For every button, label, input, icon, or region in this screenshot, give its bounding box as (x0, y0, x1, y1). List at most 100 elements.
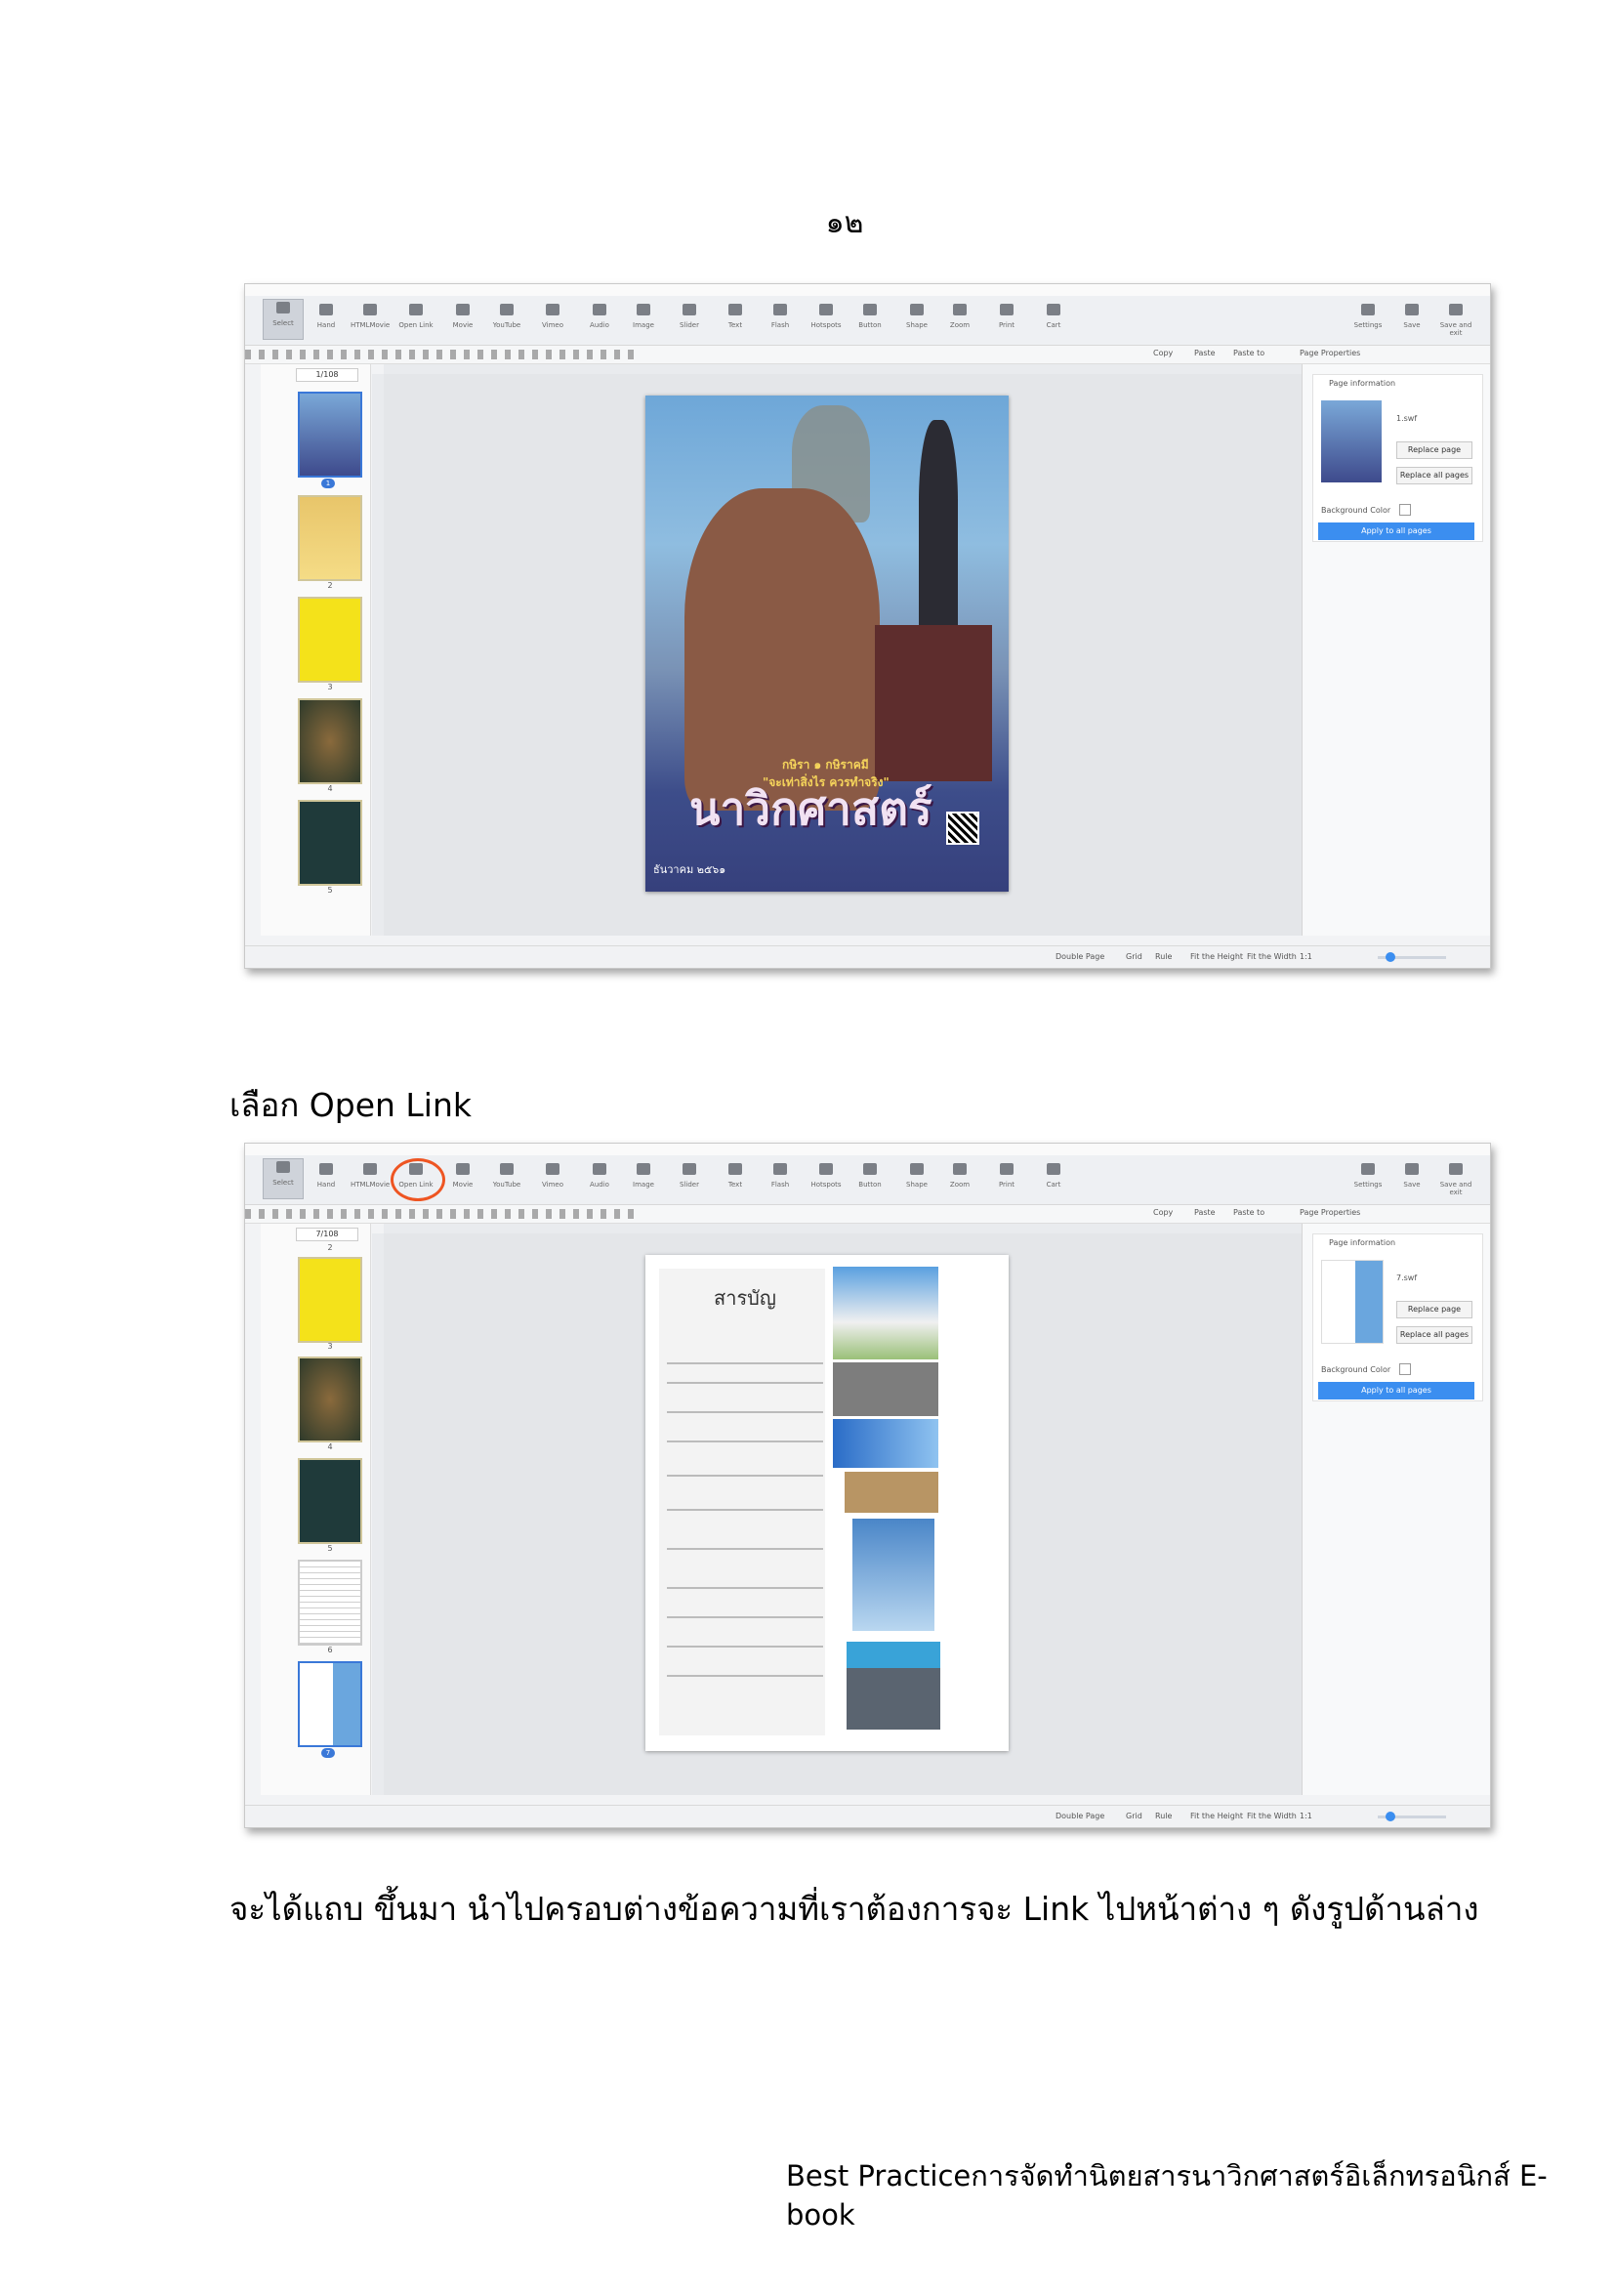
apply-to-all-pages-button[interactable]: Apply to all pages (1318, 1382, 1474, 1399)
thumbnail-label: 2 (327, 581, 333, 590)
toolbar-zoom-button[interactable]: Zoom (940, 302, 979, 329)
page-thumbnail[interactable] (298, 800, 362, 886)
select-icon (276, 302, 290, 313)
replace-page-button[interactable]: Replace page (1396, 1301, 1472, 1318)
paste-button[interactable]: Paste (1194, 349, 1216, 357)
replace-all-pages-button[interactable]: Replace all pages (1396, 1326, 1472, 1344)
page-thumbnail-selected[interactable] (298, 1661, 362, 1747)
toolbar-cart-button[interactable]: Cart (1034, 302, 1073, 329)
double-page-toggle[interactable]: Double Page (1056, 1812, 1104, 1820)
toolbar-slider-button[interactable]: Slider (670, 1161, 709, 1189)
fit-width-button[interactable]: Fit the Width (1247, 952, 1297, 961)
toolbar-hand-button[interactable]: Hand (307, 302, 346, 329)
page-counter-input[interactable]: 1/108 (296, 368, 358, 382)
toolbar-select-button[interactable]: Select (263, 1158, 304, 1199)
toolbar-audio-button[interactable]: Audio (580, 1161, 619, 1189)
page-properties-panel: Page information 1.swf Replace page Repl… (1302, 364, 1490, 936)
page-preview (1321, 1260, 1384, 1344)
monument-pedestal (875, 625, 992, 781)
toolbar-button-button[interactable]: Button (850, 1161, 890, 1189)
grid-toggle[interactable]: Grid (1126, 1812, 1142, 1820)
background-color-label: Background Color (1321, 1365, 1391, 1374)
page-canvas[interactable]: สารบัญ (384, 1233, 1302, 1795)
paste-button[interactable]: Paste (1194, 1208, 1216, 1217)
toolbar-audio-button[interactable]: Audio (580, 302, 619, 329)
toolbar-movie-button[interactable]: Movie (443, 1161, 482, 1189)
fit-width-button[interactable]: Fit the Width (1247, 1812, 1297, 1820)
toolbar-cart-button[interactable]: Cart (1034, 1161, 1073, 1189)
copy-button[interactable]: Copy (1153, 1208, 1173, 1217)
toolbar-print-button[interactable]: Print (987, 302, 1026, 329)
edit-tool-icons[interactable] (245, 1209, 636, 1219)
toolbar-image-button[interactable]: Image (624, 1161, 663, 1189)
edit-tool-icons[interactable] (245, 350, 636, 359)
toolbar-hotspots-button[interactable]: Hotspots (807, 302, 846, 329)
toolbar-shape-label: Shape (906, 321, 928, 329)
page-thumbnail[interactable] (298, 1257, 362, 1343)
zoom-slider-knob[interactable] (1386, 1812, 1395, 1821)
background-color-checkbox[interactable] (1399, 504, 1411, 516)
toolbar-shape-button[interactable]: Shape (897, 1161, 936, 1189)
toolbar-hotspots-button[interactable]: Hotspots (807, 1161, 846, 1189)
toolbar-shape-button[interactable]: Shape (897, 302, 936, 329)
toolbar-vimeo-button[interactable]: Vimeo (533, 1161, 572, 1189)
toolbar-print-button[interactable]: Print (987, 1161, 1026, 1189)
toolbar-movie-button[interactable]: Movie (443, 302, 482, 329)
toolbar-flash-button[interactable]: Flash (761, 302, 800, 329)
toolbar-settings-button[interactable]: Settings (1348, 1161, 1387, 1189)
toolbar-open-link-button[interactable]: Open Link (391, 1158, 445, 1201)
page-thumbnail[interactable] (298, 1458, 362, 1544)
grid-toggle[interactable]: Grid (1126, 952, 1142, 961)
toolbar-save-and-exit-button[interactable]: Save and exit (1436, 302, 1475, 337)
toolbar-button-button[interactable]: Button (850, 302, 890, 329)
paste-to-button[interactable]: Paste to (1233, 349, 1264, 357)
page-thumbnail[interactable] (298, 597, 362, 683)
copy-button[interactable]: Copy (1153, 349, 1173, 357)
actual-size-button[interactable]: 1:1 (1300, 1812, 1312, 1820)
rule-toggle[interactable]: Rule (1155, 1812, 1172, 1820)
toolbar-html-movie-button[interactable]: HTMLMovie (351, 1161, 390, 1189)
fit-height-button[interactable]: Fit the Height (1190, 1812, 1243, 1820)
toolbar-html-movie-button[interactable]: HTMLMovie (351, 302, 390, 329)
page-thumbnail[interactable] (298, 1357, 362, 1442)
page-thumbnail[interactable] (298, 495, 362, 581)
toolbar-hand-button[interactable]: Hand (307, 1161, 346, 1189)
toolbar-flash-button[interactable]: Flash (761, 1161, 800, 1189)
page-thumbnail[interactable] (298, 392, 362, 478)
double-page-toggle[interactable]: Double Page (1056, 952, 1104, 961)
toc-photo-building (833, 1267, 938, 1359)
toolbar-settings-button[interactable]: Settings (1348, 302, 1387, 329)
toolbar-zoom-button[interactable]: Zoom (940, 1161, 979, 1189)
toolbar-select-label: Select (272, 319, 294, 327)
settings-icon (1361, 1163, 1375, 1175)
page-counter-input[interactable]: 7/108 (296, 1228, 358, 1241)
toolbar-image-label: Image (633, 1181, 654, 1189)
toolbar-image-button[interactable]: Image (624, 302, 663, 329)
thumbnail-panel[interactable]: 1/108 1 2 3 4 5 (261, 364, 371, 936)
toolbar-slider-button[interactable]: Slider (670, 302, 709, 329)
thumbnail-panel[interactable]: 7/108 2 3 4 5 6 7 (261, 1224, 371, 1795)
zoom-slider-knob[interactable] (1386, 952, 1395, 962)
rule-toggle[interactable]: Rule (1155, 952, 1172, 961)
toolbar-open-link-button[interactable]: Open Link (396, 302, 435, 329)
select-icon (276, 1161, 290, 1173)
page-thumbnail[interactable] (298, 1560, 362, 1646)
replace-page-button[interactable]: Replace page (1396, 441, 1472, 459)
toolbar-text-button[interactable]: Text (716, 302, 755, 329)
replace-all-pages-button[interactable]: Replace all pages (1396, 467, 1472, 484)
actual-size-button[interactable]: 1:1 (1300, 952, 1312, 961)
fit-height-button[interactable]: Fit the Height (1190, 952, 1243, 961)
toolbar-youtube-button[interactable]: YouTube (487, 302, 526, 329)
toolbar-save-and-exit-button[interactable]: Save and exit (1436, 1161, 1475, 1196)
toolbar-vimeo-button[interactable]: Vimeo (533, 302, 572, 329)
toolbar-select-button[interactable]: Select (263, 299, 304, 340)
toolbar-save-button[interactable]: Save (1392, 1161, 1431, 1189)
toolbar-youtube-button[interactable]: YouTube (487, 1161, 526, 1189)
toolbar-save-button[interactable]: Save (1392, 302, 1431, 329)
apply-to-all-pages-button[interactable]: Apply to all pages (1318, 522, 1474, 540)
page-thumbnail[interactable] (298, 698, 362, 784)
toolbar-text-button[interactable]: Text (716, 1161, 755, 1189)
paste-to-button[interactable]: Paste to (1233, 1208, 1264, 1217)
page-canvas[interactable]: กษิรา ๑ กษิราคมี "จะเท่าสิ่งไร ควรทำจริง… (384, 374, 1302, 936)
background-color-checkbox[interactable] (1399, 1363, 1411, 1375)
